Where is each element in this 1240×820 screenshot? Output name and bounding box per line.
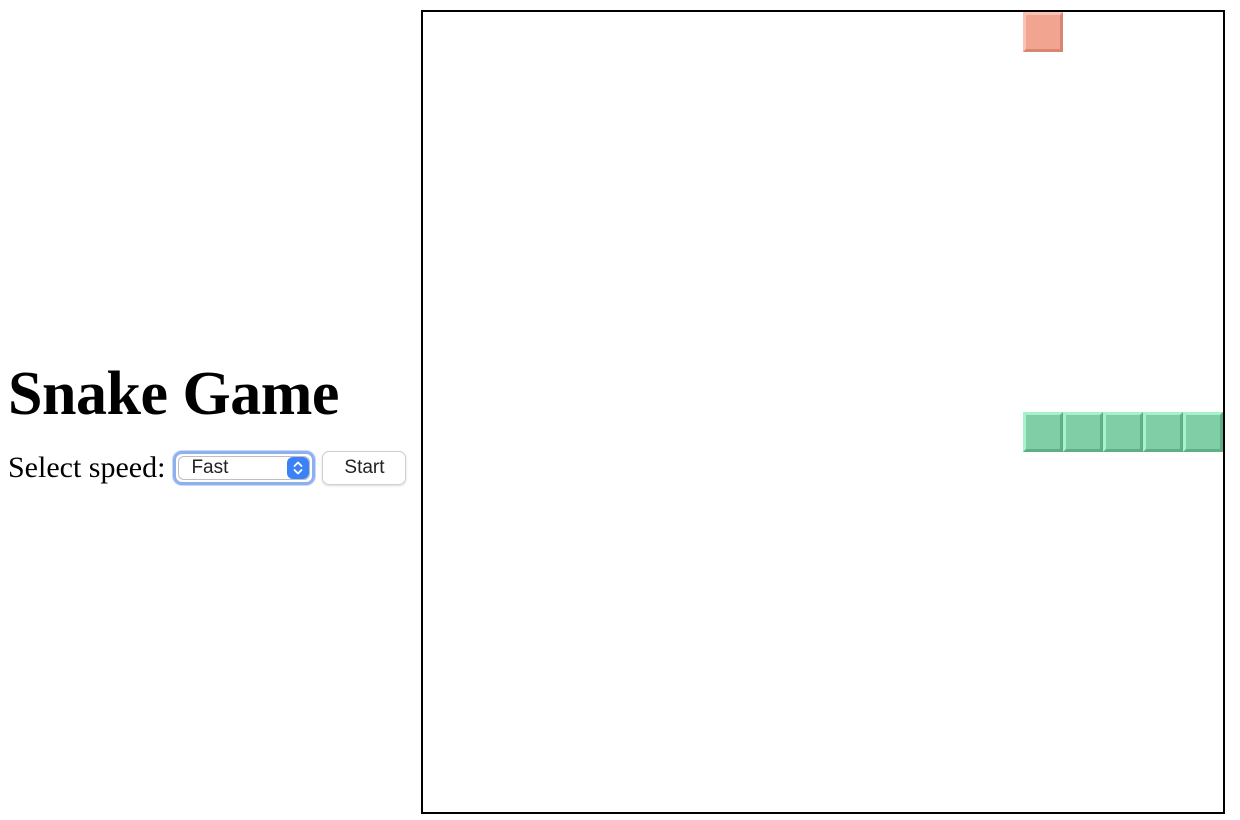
speed-select[interactable]: Fast	[173, 451, 316, 485]
snake-segment	[1023, 412, 1063, 452]
chevron-up-down-icon	[287, 457, 310, 479]
snake-segment	[1063, 412, 1103, 452]
game-board[interactable]	[421, 10, 1225, 814]
speed-label: Select speed:	[8, 451, 166, 484]
page-title: Snake Game	[8, 360, 339, 428]
snake-segment	[1143, 412, 1183, 452]
snake-segment	[1103, 412, 1143, 452]
snake-head	[1183, 412, 1223, 452]
speed-selected-text: Fast	[191, 457, 229, 478]
start-button[interactable]: Start	[322, 451, 407, 485]
speed-controls: Select speed: Fast Start	[8, 451, 422, 485]
food-item	[1023, 12, 1063, 52]
sidebar-panel: Snake Game Select speed: Fast Start	[8, 355, 422, 485]
